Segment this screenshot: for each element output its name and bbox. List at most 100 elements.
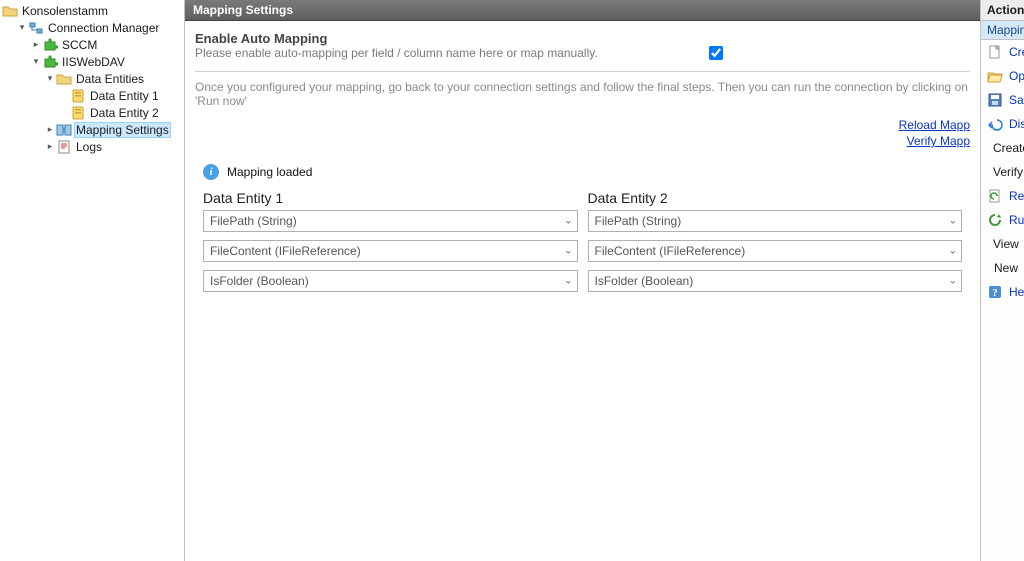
chevron-down-icon: ⌄ bbox=[949, 246, 957, 257]
action-label: Open bbox=[1009, 69, 1024, 83]
new-icon bbox=[987, 44, 1003, 60]
collapse-icon[interactable]: ▾ bbox=[30, 56, 42, 68]
actions-pane: Actions Mapping Settings Create Open Save D… bbox=[980, 0, 1024, 561]
app-root: Konsolenstamm ▾ Connection Manager bbox=[0, 0, 1024, 561]
tree-node-konsolenstamm[interactable]: Konsolenstamm bbox=[0, 2, 184, 19]
action-discard[interactable]: Discard bbox=[981, 112, 1024, 136]
status-text: Mapping loaded bbox=[227, 165, 312, 179]
expand-icon[interactable]: ▸ bbox=[44, 141, 56, 153]
undo-icon bbox=[987, 116, 1003, 132]
tree-label: Logs bbox=[74, 140, 104, 154]
tree-node-data-entity-1[interactable]: Data Entity 1 bbox=[0, 87, 184, 104]
tree-label: Connection Manager bbox=[46, 21, 161, 35]
chevron-down-icon: ⌄ bbox=[949, 276, 957, 287]
folder-icon bbox=[56, 71, 72, 87]
actions-subheader: Mapping Settings bbox=[981, 21, 1024, 40]
action-label: Run bbox=[1009, 213, 1024, 227]
config-note: Once you configured your mapping, go bac… bbox=[195, 80, 970, 108]
combo-value: IsFolder (Boolean) bbox=[595, 274, 694, 288]
chevron-down-icon: ⌄ bbox=[949, 216, 957, 227]
logs-icon bbox=[56, 139, 72, 155]
blank-icon bbox=[987, 260, 988, 276]
field-combo[interactable]: FileContent (IFileReference)⌄ bbox=[203, 240, 578, 262]
tree-node-data-entities[interactable]: ▾ Data Entities bbox=[0, 70, 184, 87]
center-title: Mapping Settings bbox=[185, 0, 980, 21]
entity-icon bbox=[70, 105, 86, 121]
help-icon: ? bbox=[987, 284, 1003, 300]
tree-node-logs[interactable]: ▸ Logs bbox=[0, 138, 184, 155]
puzzle-icon bbox=[42, 54, 58, 70]
tree-node-sccm[interactable]: ▸ SCCM bbox=[0, 36, 184, 53]
info-icon: i bbox=[203, 164, 219, 180]
action-create[interactable]: Create bbox=[981, 40, 1024, 64]
combo-value: IsFolder (Boolean) bbox=[210, 274, 309, 288]
tree-pane: Konsolenstamm ▾ Connection Manager bbox=[0, 0, 185, 561]
verify-mapping-link[interactable]: Verify Mapp bbox=[907, 134, 970, 148]
nav-tree: Konsolenstamm ▾ Connection Manager bbox=[0, 2, 184, 155]
action-label: Verify bbox=[993, 165, 1023, 179]
chevron-down-icon: ⌄ bbox=[564, 276, 572, 287]
connection-manager-icon bbox=[28, 20, 44, 36]
action-open[interactable]: Open bbox=[981, 64, 1024, 88]
combo-value: FilePath (String) bbox=[595, 214, 682, 228]
field-combo[interactable]: FilePath (String)⌄ bbox=[203, 210, 578, 232]
entity-icon bbox=[70, 88, 86, 104]
action-label: View bbox=[993, 237, 1019, 251]
save-icon bbox=[987, 92, 1003, 108]
actions-header: Actions bbox=[981, 0, 1024, 21]
action-view[interactable]: View bbox=[981, 232, 1024, 256]
mapping-col-1: Data Entity 1 FilePath (String)⌄ FileCon… bbox=[203, 190, 578, 300]
reload-icon bbox=[987, 188, 1003, 204]
status-row: i Mapping loaded bbox=[203, 164, 970, 180]
reload-mapping-link[interactable]: Reload Mapp bbox=[899, 118, 970, 132]
mapping-grid: Data Entity 1 FilePath (String) ⌄ FileCon… bbox=[195, 190, 970, 300]
expand-icon[interactable]: ▸ bbox=[44, 124, 56, 136]
field-combo[interactable]: FilePath (String) ⌄ bbox=[588, 210, 963, 232]
tree-node-connection-manager[interactable]: ▾ Connection Manager bbox=[0, 19, 184, 36]
tree-node-mapping-settings[interactable]: ▸ Mapping Settings bbox=[0, 121, 184, 138]
auto-mapping-checkbox-container bbox=[695, 31, 735, 63]
action-save[interactable]: Save bbox=[981, 88, 1024, 112]
auto-mapping-title: Enable Auto Mapping bbox=[195, 31, 695, 46]
svg-text:?: ? bbox=[992, 287, 998, 299]
tree-node-data-entity-2[interactable]: Data Entity 2 bbox=[0, 104, 184, 121]
action-create[interactable]: Create bbox=[981, 136, 1024, 160]
auto-mapping-checkbox[interactable] bbox=[709, 46, 723, 60]
auto-mapping-text: Enable Auto Mapping Please enable auto-m… bbox=[195, 31, 695, 60]
field-combo[interactable]: IsFolder (Boolean) ⌄ bbox=[203, 270, 578, 292]
combo-value: FileContent (IFileReference) bbox=[595, 244, 746, 258]
action-reload[interactable]: Reload bbox=[981, 184, 1024, 208]
collapse-icon[interactable]: ▾ bbox=[16, 22, 28, 34]
open-icon bbox=[987, 68, 1003, 84]
action-label: Help bbox=[1009, 285, 1024, 299]
field-combo[interactable]: IsFolder (Boolean) ⌄ bbox=[588, 270, 963, 292]
action-label: Create bbox=[1009, 45, 1024, 59]
puzzle-icon bbox=[42, 37, 58, 53]
combo-value: FileContent (IFileReference) bbox=[210, 244, 361, 258]
tree-label: Konsolenstamm bbox=[20, 4, 110, 18]
mapping-col-2: Data Entity 2 FilePath (String) ⌄ FileCon… bbox=[588, 190, 963, 300]
tree-label: Data Entity 2 bbox=[88, 106, 161, 120]
auto-mapping-desc: Please enable auto-mapping per field / c… bbox=[195, 46, 695, 60]
combo-value: FilePath (String) bbox=[210, 214, 297, 228]
action-run[interactable]: Run bbox=[981, 208, 1024, 232]
collapse-icon[interactable]: ▾ bbox=[44, 73, 56, 85]
col-1-title: Data Entity 1 bbox=[203, 190, 578, 206]
action-verify[interactable]: Verify bbox=[981, 160, 1024, 184]
center-body: Enable Auto Mapping Please enable auto-m… bbox=[185, 21, 980, 300]
tree-label: Mapping Settings bbox=[74, 122, 171, 138]
action-help[interactable]: ? Help bbox=[981, 280, 1024, 304]
run-icon bbox=[987, 212, 1003, 228]
col-2-title: Data Entity 2 bbox=[588, 190, 963, 206]
expand-icon[interactable]: ▸ bbox=[30, 39, 42, 51]
action-label: Save bbox=[1009, 93, 1024, 107]
tree-node-iiswebdav[interactable]: ▾ IISWebDAV bbox=[0, 53, 184, 70]
folder-icon bbox=[2, 3, 18, 19]
action-new[interactable]: New bbox=[981, 256, 1024, 280]
action-label: Reload bbox=[1009, 189, 1024, 203]
center-pane: Mapping Settings Enable Auto Mapping Ple… bbox=[185, 0, 980, 561]
tree-label: Data Entity 1 bbox=[88, 89, 161, 103]
field-combo[interactable]: FileContent (IFileReference) ⌄ bbox=[588, 240, 963, 262]
actions-list: Create Open Save Discard Create Verify Reload R… bbox=[981, 40, 1024, 304]
action-label: Create bbox=[993, 141, 1024, 155]
